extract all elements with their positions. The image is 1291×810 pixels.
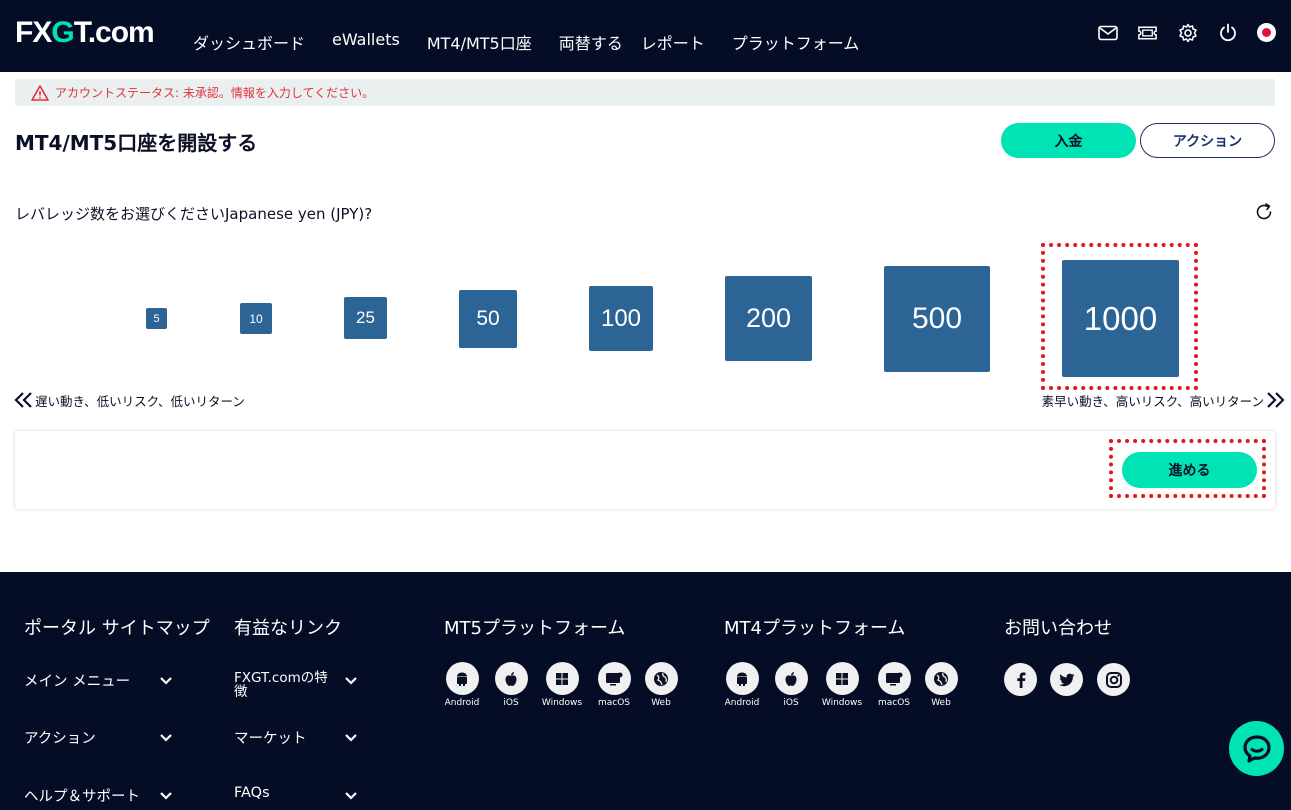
leverage-option-100[interactable]: 100	[589, 286, 653, 351]
apple-icon	[494, 662, 528, 695]
platform-label: iOS	[503, 698, 519, 708]
leverage-option-5[interactable]: 5	[146, 308, 167, 329]
macos-icon	[597, 662, 631, 695]
chevron-down-icon[interactable]	[344, 676, 358, 686]
logo-text-g: G	[51, 16, 74, 49]
nav-mt-accounts[interactable]: MT4/MT5口座	[427, 30, 532, 54]
header-icons	[1097, 22, 1276, 43]
mt5-windows-link[interactable]: Windows	[542, 662, 582, 708]
selected-option-highlight	[1041, 243, 1198, 390]
footer-menu-action[interactable]: アクション	[24, 727, 96, 748]
platform-label: Android	[444, 698, 480, 708]
action-button[interactable]: アクション	[1140, 123, 1275, 158]
mt4-android-link[interactable]: Android	[722, 662, 762, 708]
leverage-option-10[interactable]: 10	[240, 303, 272, 334]
nav-exchange[interactable]: 両替する	[559, 30, 623, 54]
account-status-alert: アカウントステータス: 未承認。情報を入力してください。	[15, 79, 1275, 106]
chevron-down-icon[interactable]	[159, 733, 173, 743]
mt4-web-link[interactable]: Web	[921, 662, 961, 708]
mt4-macos-link[interactable]: macOS	[874, 662, 914, 708]
apple-icon	[774, 662, 808, 695]
footer-link-markets[interactable]: マーケット	[234, 727, 307, 748]
main-nav: ダッシュボード eWallets MT4/MT5口座 両替する レポート プラッ…	[193, 30, 886, 54]
platform-label: macOS	[877, 698, 911, 708]
platform-label: Web	[931, 698, 951, 708]
footer-portal-title: ポータル サイトマップ	[24, 618, 210, 639]
nav-reports[interactable]: レポート	[641, 30, 705, 54]
fxgt-logo[interactable]: FXGT.com	[15, 16, 155, 50]
double-chevron-left-icon	[14, 392, 32, 408]
facebook-icon[interactable]	[1004, 663, 1037, 696]
leverage-question: レバレッジ数をお選びくださいJapanese yen (JPY)?	[15, 205, 373, 223]
footer-link-faqs[interactable]: FAQs	[234, 785, 270, 801]
proceed-button[interactable]: 進める	[1122, 452, 1257, 488]
footer-links-title: 有益なリンク	[234, 618, 342, 639]
chevron-down-icon[interactable]	[159, 791, 173, 801]
footer-mt5-title: MT5プラットフォーム	[444, 618, 626, 639]
platform-label: Web	[651, 698, 671, 708]
twitter-icon[interactable]	[1050, 663, 1083, 696]
leverage-option-25[interactable]: 25	[344, 297, 387, 339]
platform-label: iOS	[783, 698, 799, 708]
chat-button[interactable]	[1229, 721, 1284, 776]
double-chevron-right-icon	[1267, 392, 1285, 408]
ticket-icon[interactable]	[1137, 22, 1158, 43]
nav-ewallets[interactable]: eWallets	[332, 30, 400, 54]
leverage-option-500[interactable]: 500	[884, 266, 990, 372]
leverage-option-50[interactable]: 50	[459, 290, 517, 348]
mt5-android-link[interactable]: Android	[442, 662, 482, 708]
nav-platforms[interactable]: プラットフォーム	[732, 30, 860, 54]
mt5-web-link[interactable]: Web	[641, 662, 681, 708]
android-icon	[725, 662, 759, 695]
android-icon	[445, 662, 479, 695]
deposit-button[interactable]: 入金	[1001, 123, 1136, 158]
macos-icon	[877, 662, 911, 695]
refresh-icon[interactable]	[1254, 202, 1274, 222]
mt4-ios-link[interactable]: iOS	[771, 662, 811, 708]
high-risk-label: 素早い動き、高いリスク、高いリターン	[1042, 390, 1286, 410]
footer-link-features[interactable]: FXGT.comの特徴	[234, 671, 334, 699]
alert-text: アカウントステータス: 未承認。情報を入力してください。	[55, 86, 375, 100]
globe-icon	[924, 662, 958, 695]
warning-icon	[31, 84, 49, 101]
platform-label: Windows	[821, 698, 863, 708]
globe-icon	[644, 662, 678, 695]
footer-mt4-title: MT4プラットフォーム	[724, 618, 906, 639]
footer-menu-help[interactable]: ヘルプ＆サポート	[24, 785, 140, 806]
platform-label: macOS	[597, 698, 631, 708]
windows-icon	[825, 662, 859, 695]
nav-dashboard[interactable]: ダッシュボード	[193, 30, 305, 54]
chevron-down-icon[interactable]	[344, 733, 358, 743]
footer-contact-title: お問い合わせ	[1004, 618, 1112, 639]
high-risk-text: 素早い動き、高いリスク、高いリターン	[1041, 393, 1264, 409]
low-risk-text: 遅い動き、低いリスク、低いリターン	[35, 393, 245, 409]
leverage-option-200[interactable]: 200	[725, 276, 812, 361]
chat-icon	[1242, 734, 1271, 763]
platform-label: Android	[724, 698, 760, 708]
mail-icon[interactable]	[1097, 22, 1118, 43]
proceed-panel	[15, 431, 1275, 509]
mt5-macos-link[interactable]: macOS	[594, 662, 634, 708]
mt4-windows-link[interactable]: Windows	[822, 662, 862, 708]
instagram-icon[interactable]	[1097, 663, 1130, 696]
windows-icon	[545, 662, 579, 695]
japan-flag-icon[interactable]	[1257, 23, 1276, 42]
chevron-down-icon[interactable]	[344, 791, 358, 801]
platform-label: Windows	[541, 698, 583, 708]
logo-text-fx: FX	[15, 16, 52, 49]
low-risk-label: 遅い動き、低いリスク、低いリターン	[13, 390, 245, 410]
page-title: MT4/MT5口座を開設する	[15, 131, 258, 155]
footer-menu-main[interactable]: メイン メニュー	[24, 670, 130, 691]
power-icon[interactable]	[1217, 22, 1238, 43]
top-navigation-bar: FXGT.com ダッシュボード eWallets MT4/MT5口座 両替する…	[0, 0, 1291, 72]
gear-icon[interactable]	[1177, 22, 1198, 43]
mt5-ios-link[interactable]: iOS	[491, 662, 531, 708]
chevron-down-icon[interactable]	[159, 676, 173, 686]
logo-text-rest: T.com	[73, 16, 155, 49]
